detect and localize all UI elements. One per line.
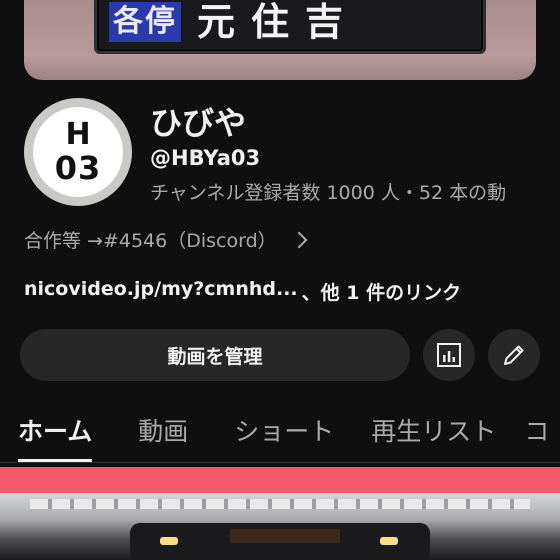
- channel-handle: @HBYa03: [150, 146, 261, 170]
- analytics-button[interactable]: [423, 329, 475, 381]
- pencil-icon: [504, 345, 524, 365]
- channel-links: nicovideo.jp/my?cmnhd... 、他 1 件のリンク: [24, 278, 461, 305]
- accent-bar: [0, 467, 560, 493]
- station-roof: [30, 499, 530, 509]
- banner-service-type: 各停: [109, 2, 181, 42]
- channel-banner: 各停 元住吉: [24, 0, 536, 80]
- tab-shorts[interactable]: ショート: [234, 410, 334, 462]
- avatar-line-number: 03: [54, 149, 102, 187]
- avatar-line-letter: H: [65, 117, 91, 152]
- channel-stats: チャンネル登録者数 1000 人・52 本の動: [150, 182, 507, 204]
- tab-playlists[interactable]: 再生リスト: [371, 410, 496, 462]
- tab-videos[interactable]: 動画: [138, 410, 188, 462]
- avatar-station-number: H 03: [33, 107, 123, 197]
- chevron-right-icon: [290, 231, 308, 248]
- tab-home[interactable]: ホーム: [18, 410, 93, 462]
- more-links[interactable]: 、他 1 件のリンク: [302, 278, 461, 305]
- train-headlight: [380, 537, 398, 545]
- avatar[interactable]: H 03: [24, 98, 132, 206]
- edit-button[interactable]: [488, 329, 540, 381]
- train-front-sign: [230, 529, 340, 543]
- tab-community[interactable]: コ: [524, 410, 549, 462]
- channel-name: ひびや: [150, 104, 247, 142]
- channel-tabs: ホーム 動画 ショート 再生リスト コ: [18, 410, 560, 462]
- analytics-icon: [437, 343, 461, 367]
- train-destination-sign: 各停 元住吉: [94, 0, 486, 54]
- train-headlight: [160, 537, 178, 545]
- description-text: 合作等 →#4546（Discord）: [24, 230, 277, 252]
- channel-description[interactable]: 合作等 →#4546（Discord）: [24, 226, 308, 253]
- manage-videos-button[interactable]: 動画を管理: [20, 329, 410, 381]
- video-thumbnail[interactable]: [0, 493, 560, 560]
- channel-page: 各停 元住吉 H 03 ひびや @HBYa03 チャンネル登録者数 1000 人…: [0, 0, 560, 560]
- banner-destination: 元住吉: [197, 0, 360, 44]
- primary-link[interactable]: nicovideo.jp/my?cmnhd...: [24, 278, 298, 305]
- tabs-divider: [0, 462, 560, 463]
